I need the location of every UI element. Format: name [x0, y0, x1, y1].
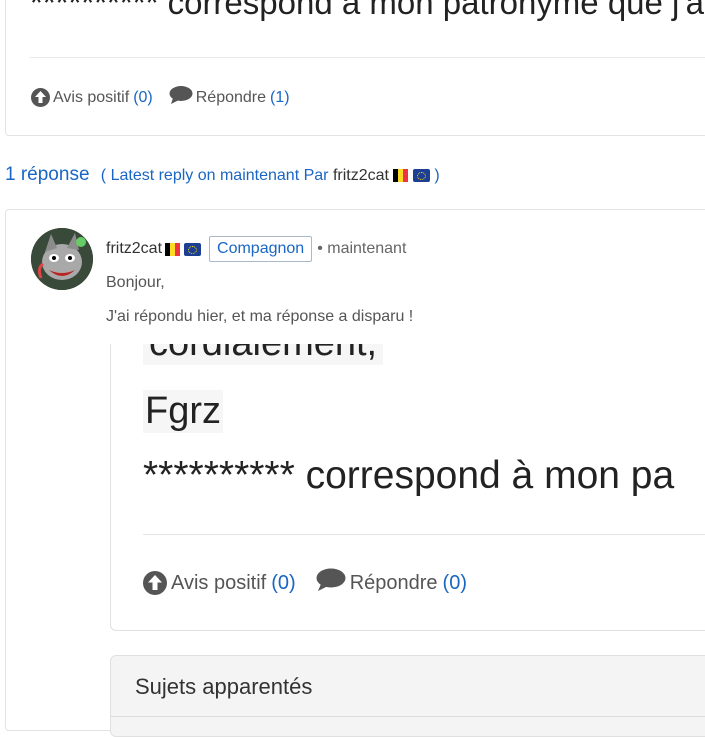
upvote-label: Avis positif [53, 88, 130, 106]
upvote-label: Avis positif [171, 571, 267, 594]
belgium-flag-icon [393, 169, 409, 183]
top-reply-button[interactable]: Répondre (1) [169, 85, 290, 110]
latest-reply-prefix[interactable]: ( Latest reply on maintenant Par [101, 167, 329, 184]
avatar[interactable] [31, 228, 93, 290]
embedded-screenshot: cordialement, Fgrz ********** correspond… [110, 344, 705, 631]
screenshot-text-line: Fgrz [143, 390, 223, 433]
latest-reply-suffix: ) [434, 167, 440, 184]
top-post-body-text: ********** correspond à mon patronyme qu… [30, 0, 705, 21]
reply-text-line: J'ai répondu hier, et ma réponse a dispa… [106, 308, 414, 325]
rank-badge[interactable]: Compagnon [209, 236, 313, 262]
latest-reply-meta: ( Latest reply on maintenant Par fritz2c… [101, 167, 440, 184]
divider [30, 57, 705, 58]
replies-header: 1 réponse ( Latest reply on maintenant P… [5, 164, 440, 186]
arrow-up-circle-icon [31, 88, 50, 107]
reply-count-link[interactable]: 1 réponse [5, 164, 90, 185]
reply-label: Répondre [195, 88, 267, 106]
reply-count[interactable]: (1) [270, 89, 290, 107]
screenshot-actions: Avis positif (0) Répondre (0) [143, 568, 467, 598]
upvote-count[interactable]: (0) [133, 89, 153, 107]
related-topics-panel: Sujets apparentés [110, 655, 705, 737]
related-topics-title: Sujets apparentés [135, 674, 313, 699]
belgium-flag-icon [165, 242, 181, 256]
reply-label: Répondre [349, 571, 438, 594]
eu-flag-icon [184, 242, 202, 256]
top-upvote-button[interactable]: Avis positif (0) [31, 88, 153, 107]
reply-author-line: fritz2cat Compagnon • maintenant [106, 236, 406, 262]
reply-text-line: Bonjour, [106, 274, 165, 291]
reply-author-name[interactable]: fritz2cat [106, 240, 162, 258]
latest-reply-author[interactable]: fritz2cat [333, 167, 389, 184]
divider [143, 534, 705, 535]
screenshot-text-line: ********** correspond à mon pa [143, 454, 675, 497]
eu-flag-icon [412, 169, 430, 183]
speech-bubble-icon [316, 568, 346, 598]
upvote-count: (0) [271, 571, 296, 594]
arrow-up-circle-icon [143, 571, 167, 595]
top-post-actions: Avis positif (0) Répondre (1) [31, 85, 290, 110]
screenshot-text-line: cordialement, [143, 344, 384, 365]
divider [111, 716, 705, 717]
reply-count: (0) [442, 571, 467, 594]
screenshot-upvote: Avis positif (0) [143, 571, 296, 595]
speech-bubble-icon [169, 85, 193, 110]
reply-timestamp: • maintenant [317, 240, 407, 257]
screenshot-reply: Répondre (0) [316, 568, 467, 598]
